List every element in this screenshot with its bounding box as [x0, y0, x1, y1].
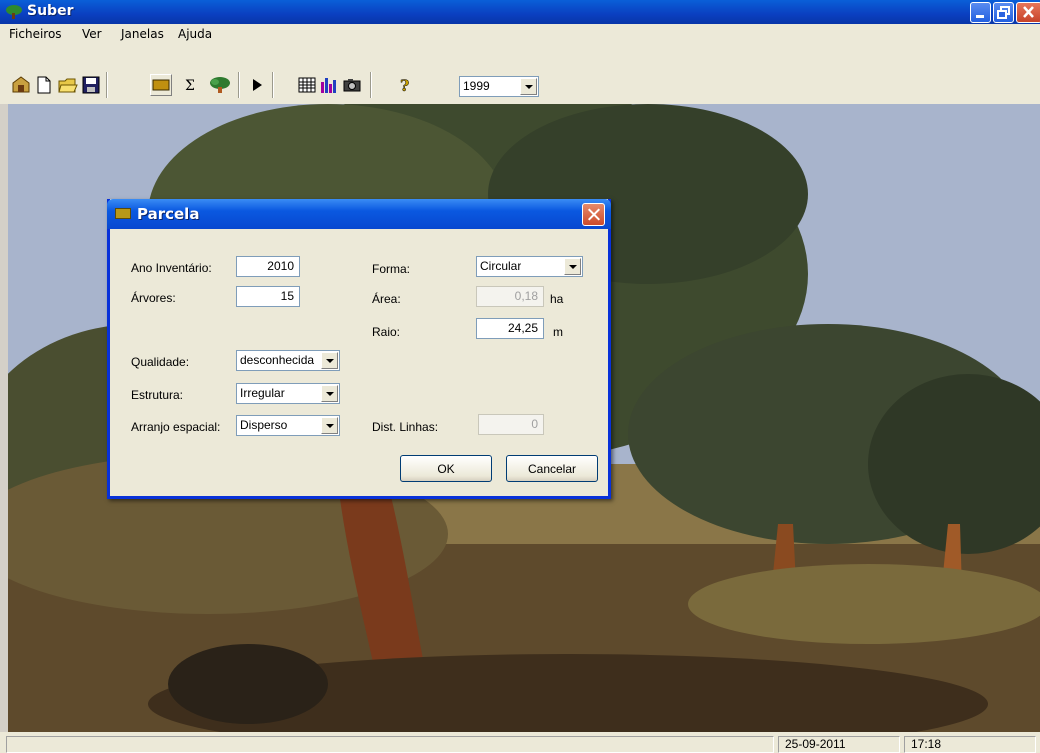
camera-icon	[343, 79, 361, 92]
restore-button[interactable]	[993, 2, 1014, 23]
window-title: Suber	[27, 3, 74, 19]
plot-icon	[152, 79, 170, 91]
dist-linhas-field: 0	[478, 414, 544, 435]
plot-icon	[115, 208, 131, 219]
save-icon	[82, 76, 100, 94]
area-label: Área:	[372, 292, 401, 306]
chevron-down-icon[interactable]	[564, 258, 581, 275]
chart-button[interactable]	[318, 74, 340, 96]
play-icon	[253, 79, 262, 91]
open-folder-icon	[58, 78, 78, 93]
raio-label: Raio:	[372, 325, 401, 339]
svg-text:?: ?	[400, 76, 409, 95]
forma-select[interactable]: Circular	[476, 256, 583, 277]
status-pane-main	[6, 736, 774, 753]
camera-button[interactable]	[341, 74, 363, 96]
area-unit: ha	[550, 292, 564, 306]
qualidade-select-value: desconhecida	[240, 353, 315, 367]
svg-text:Σ: Σ	[185, 78, 195, 94]
raio-unit: m	[553, 325, 563, 339]
chevron-down-icon[interactable]	[321, 417, 338, 434]
year-select[interactable]: 1999	[459, 76, 539, 97]
parcela-dialog	[107, 199, 611, 499]
estrutura-label: Estrutura:	[131, 388, 184, 402]
window-title-bar	[0, 0, 1040, 24]
menu-ficheiros[interactable]: Ficheiros	[9, 27, 62, 41]
new-file-button[interactable]	[33, 74, 55, 96]
status-date: 25-09-2011	[785, 737, 846, 751]
close-button[interactable]	[1016, 2, 1040, 23]
tree-button[interactable]	[207, 74, 230, 96]
arranjo-espacial-select[interactable]: Disperso	[236, 415, 340, 436]
cancel-button[interactable]: Cancelar	[506, 455, 598, 482]
menu-ajuda[interactable]: Ajuda	[178, 27, 212, 41]
help-button[interactable]: ?	[394, 74, 416, 96]
ok-button[interactable]: OK	[400, 455, 492, 482]
ano-inventario-field[interactable]: 2010	[236, 256, 300, 277]
year-select-value: 1999	[463, 79, 490, 93]
dist-linhas-label: Dist. Linhas:	[372, 420, 439, 434]
arvores-field[interactable]: 15	[236, 286, 300, 307]
sum-icon: Σ	[185, 78, 195, 94]
chart-icon	[321, 78, 336, 93]
plot-button[interactable]	[150, 74, 172, 96]
toolbar-separator	[370, 72, 372, 98]
tree-app-icon	[5, 4, 23, 19]
area-field: 0,18	[476, 286, 544, 307]
qualidade-label: Qualidade:	[131, 355, 190, 369]
estrutura-select-value: Irregular	[240, 386, 285, 400]
forma-label: Forma:	[372, 262, 411, 276]
dialog-close-button[interactable]	[582, 203, 605, 226]
arvores-label: Árvores:	[131, 291, 176, 305]
new-file-icon	[37, 76, 51, 94]
raio-field[interactable]: 24,25	[476, 318, 544, 339]
forma-select-value: Circular	[480, 259, 522, 273]
play-button[interactable]	[246, 74, 268, 96]
save-button[interactable]	[80, 74, 102, 96]
help-icon: ?	[400, 76, 410, 96]
sum-button[interactable]: Σ	[180, 74, 202, 96]
arranjo-espacial-label: Arranjo espacial:	[131, 420, 221, 434]
table-button[interactable]	[296, 74, 318, 96]
toolbar-separator	[238, 72, 240, 98]
status-time: 17:18	[911, 737, 942, 751]
dialog-title: Parcela	[137, 205, 200, 223]
chevron-down-icon[interactable]	[321, 352, 338, 369]
toolbar-separator	[106, 72, 108, 98]
table-icon	[298, 77, 316, 93]
menu-janelas[interactable]: Janelas	[121, 27, 164, 41]
menu-ver[interactable]: Ver	[82, 27, 102, 41]
ano-inventario-label: Ano Inventário:	[131, 261, 212, 275]
open-folder-button[interactable]	[57, 74, 79, 96]
toolbar-separator	[272, 72, 274, 98]
qualidade-select[interactable]: desconhecida	[236, 350, 340, 371]
arranjo-espacial-select-value: Disperso	[240, 418, 288, 432]
tree-icon	[210, 77, 230, 93]
estrutura-select[interactable]: Irregular	[236, 383, 340, 404]
open-plot-icon	[12, 76, 30, 93]
chevron-down-icon[interactable]	[321, 385, 338, 402]
open-plot-button[interactable]	[10, 74, 32, 96]
minimize-button[interactable]	[970, 2, 991, 23]
chevron-down-icon[interactable]	[520, 78, 537, 95]
